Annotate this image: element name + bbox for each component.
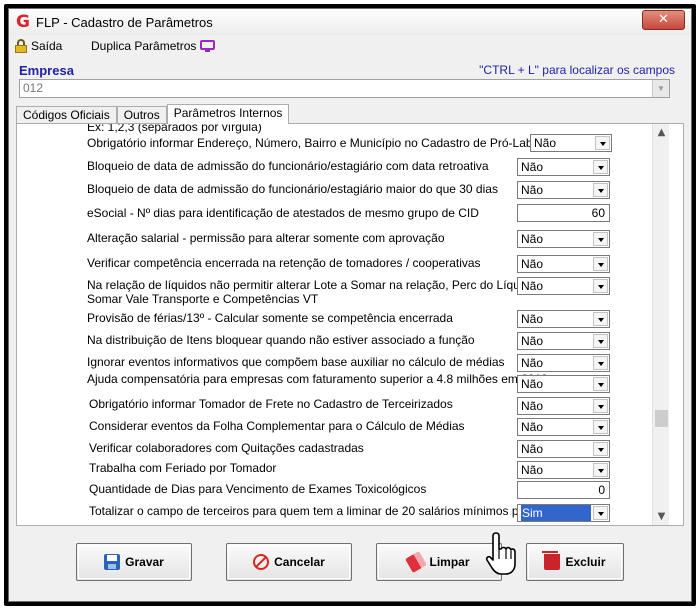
partial-hint-text: Ex: 1,2,3 (separados por vírgula) <box>87 123 262 134</box>
param-select[interactable]: Não <box>517 310 610 328</box>
param-label: Quantidade de Dias para Vencimento de Ex… <box>89 482 427 496</box>
param-select[interactable]: Não <box>517 440 610 458</box>
param-label: Trabalha com Feriado por Tomador <box>89 461 277 475</box>
search-hint: "CTRL + L" para localizar os campos <box>479 63 675 77</box>
duplicate-params-menu-item[interactable]: Duplica Parâmetros <box>91 39 216 53</box>
params-panel: Ex: 1,2,3 (separados por vírgula) Obriga… <box>16 123 684 526</box>
param-label: Verificar colaboradores com Quitações ca… <box>89 441 364 455</box>
param-label: Totalizar o campo de terceiros para quem… <box>89 504 554 518</box>
param-number-input[interactable]: 0 <box>517 481 610 499</box>
chevron-down-icon <box>593 442 608 456</box>
window-title: FLP - Cadastro de Parâmetros <box>36 15 213 30</box>
vertical-scrollbar[interactable]: ▲ ▼ <box>652 124 669 525</box>
lock-icon <box>15 39 27 53</box>
chevron-down-icon <box>593 232 608 246</box>
chevron-down-icon <box>593 312 608 326</box>
empresa-combobox[interactable]: 012 <box>19 79 670 98</box>
chevron-down-icon <box>593 334 608 348</box>
cancel-button[interactable]: Cancelar <box>226 543 352 581</box>
chevron-down-icon <box>593 420 608 434</box>
monitor-icon <box>200 39 216 53</box>
cancel-icon <box>253 554 270 570</box>
param-select[interactable]: Não <box>517 375 610 393</box>
param-label-line2: Somar Vale Transporte e Competências VT <box>87 292 319 306</box>
chevron-down-icon <box>593 399 608 413</box>
title-bar: G FLP - Cadastro de Parâmetros ✕ <box>9 9 691 35</box>
scroll-thumb[interactable] <box>655 410 668 427</box>
eraser-icon <box>405 551 428 573</box>
chevron-down-icon <box>593 377 608 391</box>
app-logo-icon: G <box>16 12 30 32</box>
param-label: Provisão de férias/13º - Calcular soment… <box>87 311 453 325</box>
floppy-disk-icon <box>104 554 121 570</box>
param-label: Bloqueio de data de admissão do funcioná… <box>87 159 489 173</box>
param-label: eSocial - Nº dias para identificação de … <box>87 206 479 220</box>
param-label: Verificar competência encerrada na reten… <box>87 256 481 270</box>
menu-bar: Saída Duplica Parâmetros <box>9 36 691 58</box>
empresa-dropdown-icon[interactable]: ▼ <box>652 80 669 97</box>
trash-icon <box>542 551 561 570</box>
param-select[interactable]: Não <box>517 461 610 479</box>
scroll-up-icon[interactable]: ▲ <box>653 124 670 141</box>
scroll-down-icon[interactable]: ▼ <box>653 508 670 525</box>
save-button[interactable]: Gravar <box>76 543 192 581</box>
param-number-input[interactable]: 60 <box>517 204 610 222</box>
param-select[interactable]: Não <box>517 397 610 415</box>
exit-label: Saída <box>31 39 63 53</box>
param-select[interactable]: Não <box>517 255 610 273</box>
param-label: Obrigatório informar Tomador de Frete no… <box>89 397 453 411</box>
param-label: Na relação de líquidos não permitir alte… <box>87 278 536 292</box>
param-select[interactable]: Sim <box>517 504 610 522</box>
duplicate-label: Duplica Parâmetros <box>91 39 197 53</box>
chevron-down-icon <box>593 257 608 271</box>
chevron-down-icon <box>593 356 608 370</box>
param-label: Ajuda compensatória para empresas com fa… <box>87 372 548 386</box>
param-select[interactable]: Não <box>517 332 610 350</box>
chevron-down-icon <box>593 279 608 293</box>
delete-button[interactable]: Excluir <box>526 543 624 581</box>
param-select[interactable]: Não <box>517 181 610 199</box>
param-label: Considerar eventos da Folha Complementar… <box>89 419 465 433</box>
param-select[interactable]: Não <box>530 134 612 152</box>
close-button[interactable]: ✕ <box>642 10 685 30</box>
param-label: Bloqueio de data de admissão do funcioná… <box>87 182 498 196</box>
tab-outros[interactable]: Outros <box>116 106 167 124</box>
tab-strip: Códigos Oficiais Outros Parâmetros Inter… <box>16 104 290 124</box>
chevron-down-icon <box>593 160 608 174</box>
param-select[interactable]: Não <box>517 230 610 248</box>
param-select[interactable]: Não <box>517 277 610 295</box>
hand-cursor-icon <box>485 532 516 575</box>
param-select[interactable]: Não <box>517 418 610 436</box>
main-window: G FLP - Cadastro de Parâmetros ✕ Saída D… <box>8 8 692 602</box>
chevron-down-icon <box>593 506 608 520</box>
param-label: Ignorar eventos informativos que compõem… <box>87 355 505 369</box>
param-select[interactable]: Não <box>517 354 610 372</box>
chevron-down-icon <box>593 183 608 197</box>
chevron-down-icon <box>595 136 610 150</box>
param-label: Obrigatório informar Endereço, Número, B… <box>87 136 581 150</box>
param-select[interactable]: Não <box>517 158 610 176</box>
param-label: Alteração salarial - permissão para alte… <box>87 231 445 245</box>
param-label: Na distribuição de Itens bloquear quando… <box>87 333 475 347</box>
chevron-down-icon <box>593 463 608 477</box>
tab-parametros-internos[interactable]: Parâmetros Internos <box>166 104 290 124</box>
exit-menu-item[interactable]: Saída <box>15 39 62 53</box>
tab-codigos-oficiais[interactable]: Códigos Oficiais <box>16 106 117 124</box>
clear-button[interactable]: Limpar <box>376 543 502 581</box>
empresa-label: Empresa <box>19 63 74 78</box>
